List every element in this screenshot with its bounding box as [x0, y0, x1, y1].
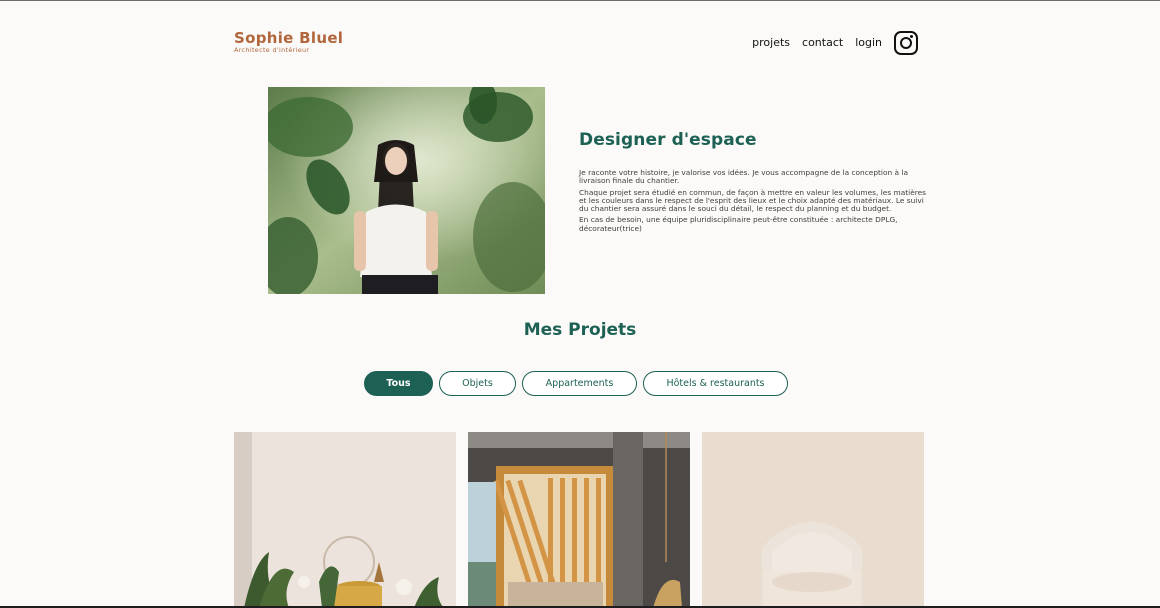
brand-logo[interactable]: Sophie Bluel Architecte d'intérieur — [234, 30, 343, 54]
nav-link-login[interactable]: login — [855, 28, 882, 58]
brand-subtitle: Architecte d'intérieur — [234, 46, 310, 54]
instagram-icon[interactable] — [894, 31, 918, 55]
filter-bar: Tous Objets Appartements Hôtels & restau… — [364, 371, 794, 396]
project-card[interactable] — [234, 432, 456, 608]
intro-paragraph: En cas de besoin, une équipe pluridiscip… — [579, 215, 898, 233]
intro-paragraph: Chaque projet sera étudié en commun, de … — [579, 187, 927, 214]
projects-title: Mes Projets — [523, 320, 637, 340]
instagram-dot — [910, 35, 913, 38]
nav-link-contact[interactable]: contact — [802, 28, 843, 58]
project-card[interactable] — [468, 432, 690, 608]
intro-section: Designer d'espace Je raconte votre histo… — [579, 130, 927, 233]
project-card[interactable] — [702, 432, 924, 608]
intro-title: Designer d'espace — [579, 130, 757, 150]
filter-button-objets[interactable]: Objets — [439, 371, 516, 396]
filter-button-tous[interactable]: Tous — [364, 371, 433, 396]
intro-paragraph: Je raconte votre histoire, je valorise v… — [579, 168, 908, 186]
filter-button-appartements[interactable]: Appartements — [522, 371, 637, 396]
main-nav: projets contact login — [752, 28, 918, 58]
project-gallery — [234, 432, 924, 608]
site-header: Sophie Bluel Architecte d'intérieur proj… — [234, 28, 918, 60]
instagram-lens — [900, 37, 912, 49]
window-top-border — [0, 0, 1160, 1]
brand-title: Sophie Bluel — [234, 29, 344, 47]
nav-link-projets[interactable]: projets — [752, 28, 790, 58]
intro-portrait-photo — [268, 87, 545, 294]
filter-button-hotels-restaurants[interactable]: Hôtels & restaurants — [643, 371, 788, 396]
